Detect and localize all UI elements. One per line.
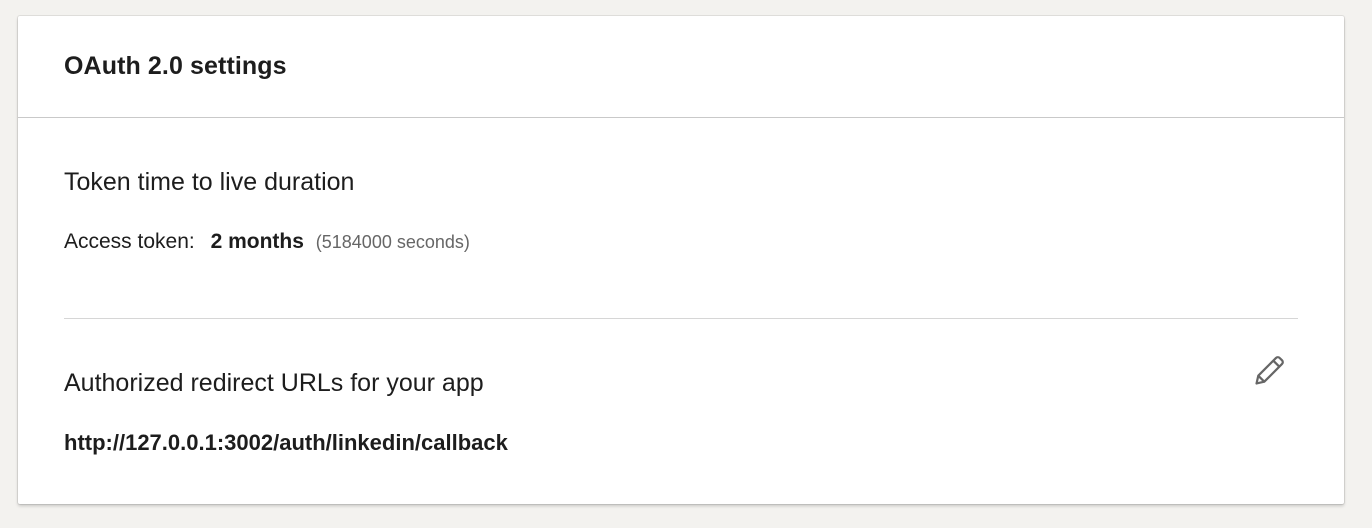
redirect-url: http://127.0.0.1:3002/auth/linkedin/call… — [64, 430, 508, 455]
access-token-row: Access token: 2 months (5184000 seconds) — [64, 230, 470, 254]
pencil-icon — [1251, 351, 1289, 389]
redirect-urls-heading: Authorized redirect URLs for your app — [64, 369, 484, 397]
token-ttl-heading: Token time to live duration — [64, 168, 355, 196]
access-token-label: Access token: — [64, 230, 195, 253]
section-divider — [64, 318, 1298, 319]
card-title: OAuth 2.0 settings — [64, 52, 287, 80]
access-token-seconds: (5184000 seconds) — [315, 232, 470, 252]
edit-redirect-urls-button[interactable] — [1246, 346, 1294, 394]
access-token-duration: 2 months — [210, 230, 304, 253]
card-header: OAuth 2.0 settings — [18, 16, 1344, 118]
oauth-settings-card: OAuth 2.0 settings Token time to live du… — [18, 16, 1344, 504]
